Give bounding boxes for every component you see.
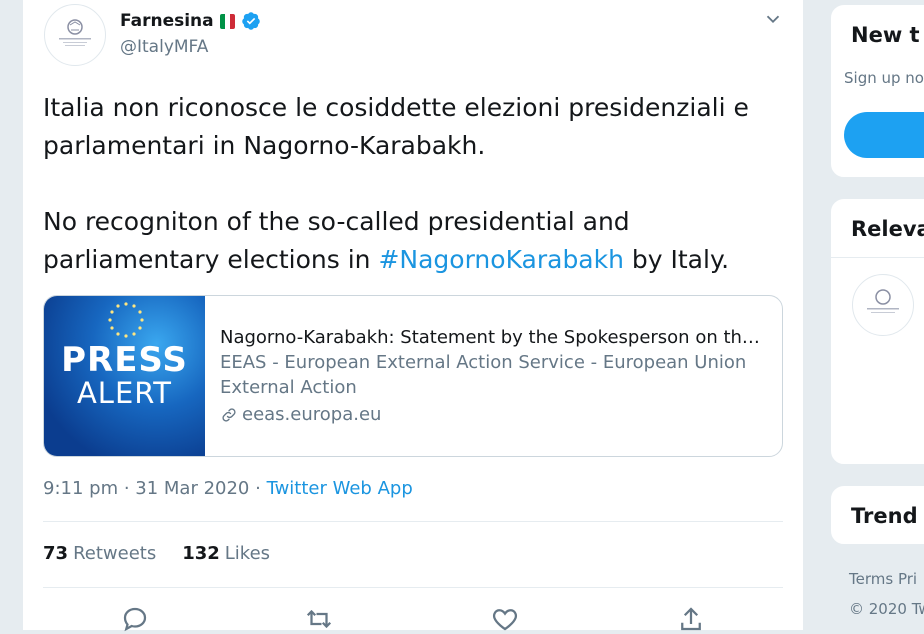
retweets-label: Retweets bbox=[73, 543, 157, 564]
trends-panel: Trend bbox=[830, 485, 924, 545]
link-preview-card[interactable]: PRESS ALERT Nagorno-Karabakh: Statement … bbox=[43, 295, 783, 457]
footer-links[interactable]: Terms Pri bbox=[849, 570, 917, 588]
divider bbox=[43, 521, 783, 522]
retweets-stat[interactable]: 73 Retweets bbox=[43, 543, 156, 564]
likes-count: 132 bbox=[182, 543, 220, 564]
likes-label: Likes bbox=[224, 543, 271, 564]
italy-flag-icon bbox=[219, 13, 235, 29]
tweet-timestamp[interactable]: 9:11 pm · 31 Mar 2020 · bbox=[43, 478, 267, 499]
card-description: EEAS - European External Action Service … bbox=[220, 352, 747, 398]
card-body: Nagorno-Karabakh: Statement by the Spoke… bbox=[220, 325, 770, 427]
likes-stat[interactable]: 132 Likes bbox=[182, 543, 270, 564]
relevant-avatar[interactable] bbox=[852, 274, 914, 336]
signup-subtitle: Sign up no bbox=[844, 69, 924, 87]
trends-title: Trend bbox=[851, 504, 918, 528]
card-domain: eeas.europa.eu bbox=[242, 404, 382, 425]
tweet-stats: 73 Retweets 132 Likes bbox=[43, 543, 270, 564]
card-title: Nagorno-Karabakh: Statement by the Spoke… bbox=[220, 327, 770, 348]
thumb-press-text: PRESS bbox=[61, 340, 188, 380]
verified-badge-icon bbox=[241, 12, 260, 30]
relevant-people-panel: Releva bbox=[830, 198, 924, 465]
card-domain-row: eeas.europa.eu bbox=[220, 402, 770, 427]
press-alert-thumbnail: PRESS ALERT bbox=[44, 296, 205, 456]
tweet-text: Italia non riconosce le cosiddette elezi… bbox=[43, 89, 783, 279]
signup-button[interactable] bbox=[844, 112, 924, 158]
display-name[interactable]: Farnesina bbox=[120, 11, 214, 31]
tweet-text-english: No recogniton of the so-called president… bbox=[43, 203, 783, 279]
divider bbox=[43, 587, 783, 588]
relevant-people-title: Releva bbox=[851, 217, 924, 241]
footer-copyright: © 2020 Tw bbox=[849, 600, 924, 618]
farnesina-avatar[interactable] bbox=[44, 4, 106, 66]
author-handle[interactable]: @ItalyMFA bbox=[120, 37, 208, 57]
chevron-down-icon[interactable] bbox=[762, 8, 784, 30]
new-to-twitter-panel: New t Sign up no bbox=[830, 4, 924, 178]
retweets-count: 73 bbox=[43, 543, 69, 564]
tweet-actions bbox=[120, 604, 720, 632]
tweet-text-english-end: by Italy. bbox=[623, 245, 730, 274]
author-name-row[interactable]: Farnesina bbox=[120, 11, 261, 31]
tweet-meta: 9:11 pm · 31 Mar 2020 · Twitter Web App bbox=[43, 478, 413, 499]
divider bbox=[831, 257, 924, 258]
new-to-twitter-title: New t bbox=[851, 23, 920, 47]
thumb-alert-text: ALERT bbox=[76, 376, 173, 410]
hashtag-link[interactable]: #NagornoKarabakh bbox=[378, 245, 624, 274]
tweet-text-italian: Italia non riconosce le cosiddette elezi… bbox=[43, 93, 749, 160]
link-icon bbox=[222, 407, 236, 422]
eu-stars-icon bbox=[108, 302, 144, 338]
tweet-source-link[interactable]: Twitter Web App bbox=[267, 478, 413, 499]
